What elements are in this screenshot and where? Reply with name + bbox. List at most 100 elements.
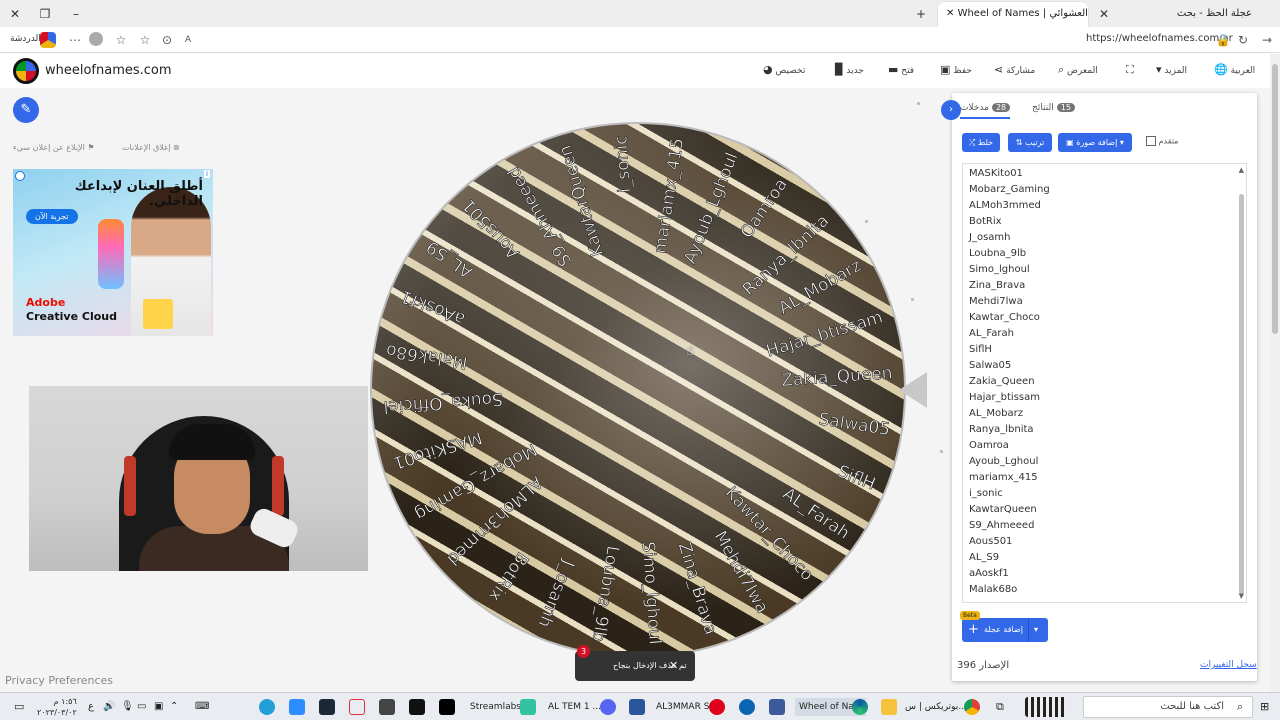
entry-item[interactable]: Zina_Brava (969, 280, 1025, 291)
app-icon[interactable] (349, 699, 365, 715)
advanced-checkbox[interactable]: متقدم (1142, 136, 1178, 146)
app-icon[interactable] (769, 699, 785, 715)
entry-item[interactable]: Salwa05 (969, 360, 1011, 371)
site-logo-icon[interactable] (13, 58, 39, 84)
keyboard-icon[interactable]: ⌨ (195, 698, 209, 716)
collapse-panel-icon[interactable]: › (941, 100, 961, 120)
network-icon[interactable]: ▣ (154, 698, 163, 716)
nav-customize[interactable]: ◕ تخصيص (757, 63, 805, 76)
close-ads-link[interactable]: إغلاق الإعلانات ⊗ (122, 143, 180, 152)
ad-choices-icon[interactable]: i (204, 170, 210, 178)
tiktok-icon[interactable] (439, 699, 455, 715)
scroll-up-icon[interactable]: ▲ (1239, 166, 1244, 174)
keyboard-language-icon[interactable]: ع (88, 698, 94, 716)
entry-item[interactable]: ALMoh3mmed (969, 200, 1041, 211)
tab-entries[interactable]: مدخلات 28 (960, 103, 1011, 119)
toast-close-icon[interactable]: ✕ (669, 651, 678, 681)
entry-item[interactable]: Kawtar_Choco (969, 312, 1040, 323)
nav-gallery[interactable]: ⌕ المعرض (1052, 63, 1098, 77)
checkbox-icon[interactable] (1146, 136, 1156, 146)
taskbar-item-chrome[interactable]: بوتريكس | س... (905, 698, 967, 716)
screen-icon[interactable]: ▭ (137, 698, 146, 716)
read-aloud-icon[interactable]: A (180, 32, 196, 48)
refresh-icon[interactable]: ↻ (1235, 32, 1251, 48)
entry-item[interactable]: AL_Farah (969, 328, 1014, 339)
taskbar-search-input[interactable]: اكتب هنا للبحث (1083, 696, 1253, 718)
zebra-widget-icon[interactable] (1025, 697, 1067, 717)
add-wheel-button[interactable]: + إضافة عجلة ▾ (962, 618, 1048, 642)
entry-item[interactable]: Hajar_btissam (969, 392, 1040, 403)
edge-icon[interactable] (852, 699, 868, 715)
nav-open[interactable]: ▬ فتح (882, 63, 914, 76)
word-icon[interactable] (629, 699, 645, 715)
steam-icon[interactable] (319, 699, 335, 715)
entry-item[interactable]: BotRix (969, 216, 1002, 227)
minimize-window-icon[interactable]: – (66, 4, 86, 24)
report-ad-link[interactable]: الإبلاغ عن إعلان سيء ⚑ (13, 143, 95, 152)
entry-item[interactable]: Mehdi7lwa (969, 296, 1023, 307)
nav-save[interactable]: ▣ حفظ (934, 63, 972, 76)
telegram-icon[interactable] (259, 699, 275, 715)
page-scrollbar-thumb[interactable] (1272, 64, 1278, 334)
start-icon[interactable]: ⊞ (1260, 698, 1269, 716)
entry-item[interactable]: Aous501 (969, 536, 1012, 547)
changelog-link[interactable]: سجل التغييرات (1200, 660, 1257, 670)
entry-item[interactable]: mariamx_415 (969, 472, 1038, 483)
nav-more[interactable]: ▾ المزيد (1150, 63, 1187, 76)
restore-window-icon[interactable]: ❐ (35, 4, 55, 24)
tab-close-icon[interactable]: ✕ (1094, 4, 1114, 24)
entries-textarea[interactable]: MASKito01 Mobarz_Gaming ALMoh3mmed BotRix J_… (962, 163, 1247, 603)
ad-info-icon[interactable] (15, 171, 25, 181)
entry-item[interactable]: Zakia_Queen (969, 376, 1035, 387)
app-icon[interactable] (289, 699, 305, 715)
tab-close-icon[interactable]: ✕ (946, 8, 958, 19)
capcut-icon[interactable] (409, 699, 425, 715)
close-window-icon[interactable]: ✕ (5, 4, 25, 24)
task-view-icon[interactable]: ⧉ (996, 698, 1004, 716)
url-text[interactable]: https://wheelofnames.com/ar (1086, 33, 1233, 44)
file-explorer-icon[interactable] (881, 699, 897, 715)
ad-banner[interactable]: أطلق العنان لإبداعك الداخلي. تجربة الآن … (13, 169, 213, 336)
scroll-down-icon[interactable]: ▼ (1239, 592, 1244, 600)
site-name[interactable]: wheelofnames.com (45, 63, 172, 78)
sort-button[interactable]: ⇅ ترتيب (1008, 133, 1052, 152)
back-icon[interactable]: → (1259, 32, 1275, 48)
edit-icon[interactable]: ✎ (13, 97, 39, 123)
entry-item[interactable]: Ranya_lbnita (969, 424, 1034, 435)
nav-new[interactable]: ▉ جديد (829, 63, 864, 76)
entry-item[interactable]: MASKito01 (969, 168, 1023, 179)
entry-item[interactable]: J_osamh (969, 232, 1010, 243)
avatar[interactable] (89, 32, 103, 46)
nav-fullscreen[interactable]: ⛶ (1120, 63, 1134, 77)
notifications-icon[interactable]: ▭ (14, 698, 24, 716)
entry-item[interactable]: Loubna_9lb (969, 248, 1026, 259)
entry-item[interactable]: Mobarz_Gaming (969, 184, 1050, 195)
taskbar-item-discord[interactable]: AL TEM 1 ... (548, 698, 601, 716)
entry-item[interactable]: Malak68o (969, 584, 1017, 595)
entry-item[interactable]: aAoskf1 (969, 568, 1009, 579)
extensions-icon[interactable]: ⊙ (159, 32, 175, 48)
capcut-icon[interactable] (379, 699, 395, 715)
new-tab-icon[interactable]: + (911, 4, 931, 24)
privacy-preferences-link[interactable]: Privacy Preferences (5, 674, 113, 687)
chevron-up-icon[interactable]: ⌃ (170, 698, 178, 716)
favorites-icon[interactable]: ☆ (137, 32, 153, 48)
streamlabs-icon[interactable] (520, 699, 536, 715)
shuffle-button[interactable]: ⤮ خلط (962, 133, 1000, 152)
entry-item[interactable]: SiflH (969, 344, 992, 355)
microphone-icon[interactable]: 🎙 (121, 698, 134, 716)
entry-item[interactable]: S9_Ahmeeed (969, 520, 1034, 531)
entry-item[interactable]: AL_S9 (969, 552, 999, 563)
entries-scrollbar[interactable] (1239, 194, 1244, 594)
chrome-icon[interactable] (964, 699, 980, 715)
discord-icon[interactable] (600, 699, 616, 715)
ad-cta-button[interactable]: تجربة الآن (26, 209, 78, 224)
volume-icon[interactable]: 🔊 (103, 698, 115, 716)
copilot-icon[interactable] (40, 32, 56, 48)
app-icon[interactable] (739, 699, 755, 715)
more-options-icon[interactable]: ⋯ (67, 32, 83, 48)
profile-label[interactable]: الدردشة (10, 34, 41, 44)
add-image-button[interactable]: ▣ إضافة صورة ▾ (1058, 133, 1132, 152)
nav-share[interactable]: ⋖ مشاركة (988, 63, 1035, 76)
tab-results[interactable]: النتائج 15 (1032, 103, 1075, 113)
